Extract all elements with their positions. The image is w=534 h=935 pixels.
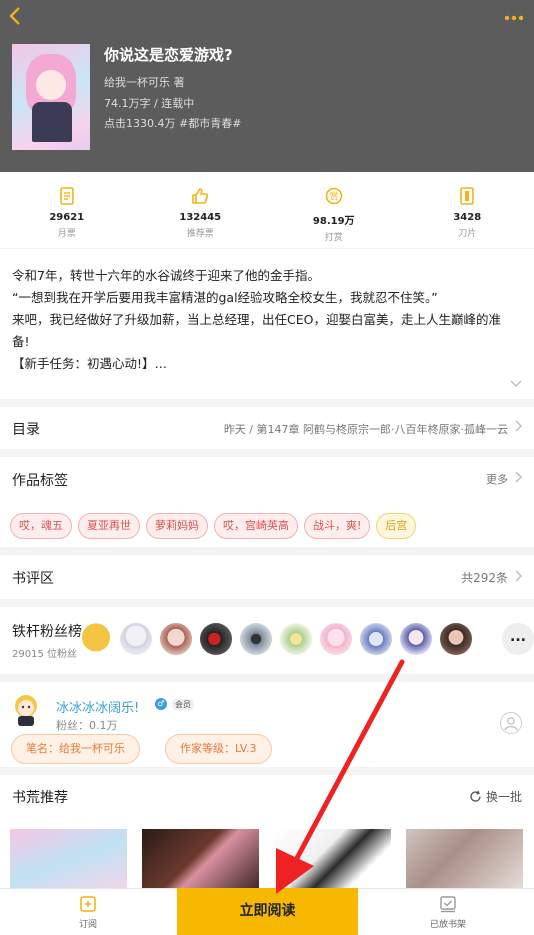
fan-avatar[interactable] bbox=[280, 623, 312, 655]
synopsis-line: 【新手任务：初遇心动!】… bbox=[12, 356, 168, 371]
stat-monthly-ticket[interactable]: 29621 月票 bbox=[0, 172, 134, 248]
subscribe-icon bbox=[79, 895, 97, 913]
fan-avatar[interactable] bbox=[360, 623, 392, 655]
fan-avatar[interactable] bbox=[240, 623, 272, 655]
toc-title: 目录 bbox=[12, 422, 40, 438]
book-title: 你说这是恋爱游戏? bbox=[104, 46, 233, 64]
refresh-button[interactable]: 换一批 bbox=[469, 788, 522, 806]
stats-bar: 29621 月票 132445 推荐票 赏 98.19万 打赏 3428 刀片 bbox=[0, 172, 534, 248]
toc-row[interactable]: 目录 昨天 / 第147章 阿鹤与柊原宗一郎·八百年柊原家·孤峰一云 bbox=[0, 407, 534, 449]
tag[interactable]: 萝莉妈妈 bbox=[146, 513, 208, 539]
toc-latest-chapter: 昨天 / 第147章 阿鹤与柊原宗一郎·八百年柊原家·孤峰一云 bbox=[223, 423, 508, 436]
fan-avatar[interactable] bbox=[440, 623, 472, 655]
tag[interactable]: 战斗，爽! bbox=[304, 513, 371, 539]
author-card: 冰冰冰冰阔乐! ♂ 会员 粉丝：0.1万 笔名：给我一杯可乐 作家等级：LV.3 bbox=[0, 682, 534, 767]
fans-more-button[interactable]: ... bbox=[502, 623, 534, 655]
book-clicks: 点击1330.4万 #都市青春# bbox=[104, 117, 242, 130]
reviews-count: 共292条 bbox=[461, 571, 508, 585]
synopsis-line: “一想到我在开学后要用我丰富精湛的gal经验攻略全校女生，我就忍不住笑。” bbox=[12, 290, 438, 305]
male-gender-icon: ♂ bbox=[155, 698, 167, 710]
bookshelf-check-icon bbox=[439, 895, 457, 913]
reward-coin-icon: 赏 bbox=[325, 186, 343, 206]
author-fans: 粉丝：0.1万 bbox=[56, 719, 118, 732]
recommend-book-cover[interactable] bbox=[10, 829, 127, 891]
synopsis-line: 令和7年，转世十六年的水谷诚终于迎来了他的金手指。 bbox=[12, 268, 320, 283]
tag[interactable]: 哎，宫崎英高 bbox=[214, 513, 298, 539]
stat-recommend-ticket[interactable]: 132445 推荐票 bbox=[134, 172, 268, 248]
recommend-title: 书荒推荐 bbox=[12, 790, 68, 806]
stat-label: 推荐票 bbox=[186, 229, 214, 239]
synopsis-line: 备! bbox=[12, 334, 30, 349]
recommend-book-cover[interactable] bbox=[406, 829, 523, 891]
tags-more[interactable]: 更多 bbox=[486, 471, 508, 487]
fan-avatar[interactable] bbox=[400, 623, 432, 655]
tag[interactable]: 夏亚再世 bbox=[78, 513, 140, 539]
tags-title: 作品标签 bbox=[12, 473, 68, 489]
refresh-icon bbox=[469, 790, 482, 806]
subscribe-button[interactable]: 订阅 bbox=[58, 895, 118, 930]
book-meta: 74.1万字 / 连载中 bbox=[104, 97, 195, 110]
tag[interactable]: 后宫 bbox=[376, 513, 417, 539]
fan-avatar[interactable] bbox=[200, 623, 232, 655]
tag[interactable]: 哎，魂五 bbox=[10, 513, 72, 539]
book-cover[interactable] bbox=[12, 44, 90, 150]
fans-title: 铁杆粉丝榜 bbox=[12, 624, 82, 640]
fan-avatar[interactable] bbox=[320, 623, 352, 655]
synopsis-line: 来吧，我已经做好了升级加薪，当上总经理，出任CEO，迎娶白富美，走上人生巅峰的准 bbox=[12, 312, 501, 327]
stat-reward[interactable]: 赏 98.19万 打赏 bbox=[267, 172, 401, 248]
subscribe-label: 订阅 bbox=[78, 920, 97, 930]
svg-text:赏: 赏 bbox=[329, 191, 338, 203]
fan-avatar-list bbox=[80, 623, 472, 655]
pen-name-pill[interactable]: 笔名：给我一杯可乐 bbox=[11, 734, 140, 764]
chevron-right-icon bbox=[515, 570, 522, 585]
stat-blade[interactable]: 3428 刀片 bbox=[401, 172, 534, 248]
shelf-label: 已放书架 bbox=[429, 920, 466, 930]
more-dots-icon[interactable] bbox=[504, 10, 524, 22]
recommend-book-cover[interactable] bbox=[142, 829, 259, 891]
stat-value: 3428 bbox=[453, 212, 482, 223]
recommend-book-cover[interactable] bbox=[274, 829, 391, 891]
book-header: 你说这是恋爱游戏? 给我一杯可乐 著 74.1万字 / 连载中 点击1330.4… bbox=[0, 0, 534, 172]
chevron-right-icon bbox=[515, 420, 522, 435]
author-avatar[interactable] bbox=[10, 692, 42, 726]
reviews-row[interactable]: 书评区 共292条 bbox=[0, 555, 534, 599]
monthly-ticket-icon bbox=[58, 186, 76, 206]
thumbs-up-icon bbox=[191, 186, 209, 206]
back-chevron-icon[interactable] bbox=[8, 6, 30, 30]
author-level-pill[interactable]: 作家等级：LV.3 bbox=[165, 734, 272, 764]
chevron-right-icon[interactable] bbox=[515, 471, 522, 486]
tag-list: 哎，魂五 夏亚再世 萝莉妈妈 哎，宫崎英高 战斗，爽! 后宫 bbox=[10, 513, 417, 539]
recommend-cover-list bbox=[10, 829, 523, 891]
fan-avatar[interactable] bbox=[120, 623, 152, 655]
stat-value: 132445 bbox=[179, 212, 222, 223]
synopsis[interactable]: 令和7年，转世十六年的水谷诚终于迎来了他的金手指。 “一想到我在开学后要用我丰富… bbox=[0, 249, 534, 399]
fans-count: 29015 位粉丝 bbox=[12, 649, 77, 660]
author-name[interactable]: 冰冰冰冰阔乐! bbox=[56, 697, 139, 716]
expand-chevron-icon[interactable] bbox=[510, 378, 522, 391]
vip-badge: 会员 bbox=[172, 699, 194, 710]
blade-icon bbox=[458, 186, 476, 206]
stat-label: 打赏 bbox=[324, 233, 343, 243]
follow-author-icon[interactable] bbox=[500, 712, 522, 734]
stat-label: 刀片 bbox=[458, 229, 477, 239]
book-author[interactable]: 给我一杯可乐 著 bbox=[104, 74, 185, 90]
fan-avatar[interactable] bbox=[80, 623, 112, 655]
stat-value: 29621 bbox=[49, 212, 85, 223]
refresh-label: 换一批 bbox=[485, 790, 522, 804]
stat-value: 98.19万 bbox=[312, 216, 355, 227]
read-now-button[interactable]: 立即阅读 bbox=[177, 888, 358, 935]
fan-avatar[interactable] bbox=[160, 623, 192, 655]
shelf-button[interactable]: 已放书架 bbox=[418, 895, 478, 930]
reviews-title: 书评区 bbox=[12, 571, 54, 587]
stat-label: 月票 bbox=[57, 229, 76, 239]
